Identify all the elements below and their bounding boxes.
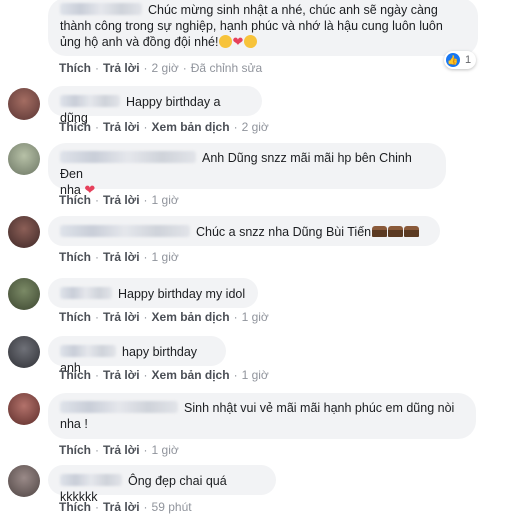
timestamp[interactable]: 2 giờ (242, 120, 269, 134)
like-link[interactable]: Thích (59, 443, 91, 457)
heart-eyes-emoji-icon (219, 35, 233, 48)
commenter-name[interactable] (60, 287, 112, 299)
separator: · (233, 120, 238, 134)
like-link[interactable]: Thích (59, 368, 91, 382)
comment-bubble: Sinh nhật vui vẻ mãi mãi hạnh phúc em dũ… (48, 393, 476, 439)
commenter-name[interactable] (60, 95, 120, 107)
separator: · (143, 61, 148, 75)
avatar[interactable] (8, 336, 40, 368)
like-link[interactable]: Thích (59, 61, 91, 75)
like-reaction-icon: 👍 (446, 53, 460, 67)
reply-link[interactable]: Trả lời (103, 368, 140, 382)
comment-text: Chúc a snzz nha Dũng Bùi Tiến (196, 225, 372, 239)
comment-bubble: Anh Dũng snzz mãi mãi hp bên Chinh Đen n… (48, 143, 446, 197)
reaction-count-badge[interactable]: 👍 1 (444, 51, 477, 69)
commenter-name[interactable] (60, 3, 142, 15)
translate-link[interactable]: Xem bản dịch (152, 310, 230, 324)
cake-emoji-icon (388, 226, 404, 237)
reply-link[interactable]: Trả lời (103, 250, 140, 264)
like-link[interactable]: Thích (59, 120, 91, 134)
reply-link[interactable]: Trả lời (103, 61, 140, 75)
separator: · (143, 368, 148, 382)
avatar[interactable] (8, 393, 40, 425)
commenter-name[interactable] (60, 345, 116, 357)
separator: · (95, 500, 99, 514)
avatar[interactable] (8, 216, 40, 248)
comment-bubble: Ông đẹp chai quá kkkkkk (48, 465, 276, 504)
comment-actions: Thích · Trả lời · 1 giờ (59, 193, 179, 207)
comment-actions: Thích · Trả lời · 2 giờ · Đã chỉnh sửa (59, 61, 262, 75)
avatar[interactable] (8, 465, 40, 497)
separator: · (143, 250, 148, 264)
avatar[interactable] (8, 143, 40, 175)
separator: · (143, 310, 148, 324)
avatar[interactable] (8, 88, 40, 120)
separator: · (233, 310, 238, 324)
separator: · (233, 368, 238, 382)
reply-link[interactable]: Trả lời (103, 310, 140, 324)
commenter-name[interactable] (60, 225, 190, 237)
separator: · (95, 120, 99, 134)
timestamp[interactable]: 1 giờ (152, 193, 179, 207)
like-link[interactable]: Thích (59, 193, 91, 207)
comment-actions: Thích · Trả lời · 59 phút (59, 500, 192, 514)
timestamp[interactable]: 1 giờ (242, 310, 269, 324)
separator: · (95, 310, 99, 324)
edited-label[interactable]: Đã chỉnh sửa (191, 61, 262, 75)
commenter-name[interactable] (60, 401, 178, 413)
translate-link[interactable]: Xem bản dịch (152, 368, 230, 382)
separator: · (95, 193, 99, 207)
reply-link[interactable]: Trả lời (103, 193, 140, 207)
comment-bubble: Chúc mừng sinh nhật a nhé, chúc anh sẽ n… (48, 0, 478, 56)
comment-text: Happy birthday my idol (118, 287, 246, 301)
separator: · (143, 443, 148, 457)
separator: · (182, 61, 187, 75)
reply-link[interactable]: Trả lời (103, 443, 140, 457)
commenter-name[interactable] (60, 474, 122, 486)
comment-bubble: Happy birthday a dũng (48, 86, 262, 125)
reaction-count: 1 (465, 54, 472, 66)
comment-text: nha ! (60, 417, 88, 431)
comment-actions: Thích · Trả lời · 1 giờ (59, 443, 179, 457)
timestamp[interactable]: 1 giờ (152, 250, 179, 264)
timestamp[interactable]: 1 giờ (242, 368, 269, 382)
comment-bubble: Happy birthday my idol (48, 278, 258, 308)
comment-text: Sinh nhật vui vẻ mãi mãi hạnh phúc em dũ… (184, 401, 455, 415)
separator: · (95, 443, 99, 457)
comment-actions: Thích · Trả lời · Xem bản dịch · 1 giờ (59, 368, 269, 382)
comment-actions: Thích · Trả lời · Xem bản dịch · 1 giờ (59, 310, 269, 324)
separator: · (95, 250, 99, 264)
comment-text: thành công trong sự nghiệp, hạnh phúc và… (60, 19, 443, 33)
reply-link[interactable]: Trả lời (103, 500, 140, 514)
separator: · (95, 368, 99, 382)
translate-link[interactable]: Xem bản dịch (152, 120, 230, 134)
comment-text: ủng hộ anh và đồng đội nhé! (60, 35, 219, 49)
like-link[interactable]: Thích (59, 500, 91, 514)
like-link[interactable]: Thích (59, 310, 91, 324)
comment-actions: Thích · Trả lời · 1 giờ (59, 250, 179, 264)
separator: · (143, 120, 148, 134)
timestamp[interactable]: 59 phút (152, 500, 192, 514)
avatar[interactable] (8, 278, 40, 310)
timestamp[interactable]: 2 giờ (152, 61, 179, 75)
reply-link[interactable]: Trả lời (103, 120, 140, 134)
cake-emoji-icon (372, 226, 388, 237)
heart-emoji-icon: ❤ (232, 34, 244, 49)
separator: · (95, 61, 99, 75)
comment-actions: Thích · Trả lời · Xem bản dịch · 2 giờ (59, 120, 269, 134)
tongue-emoji-icon (244, 35, 258, 48)
cake-emoji-icon (404, 226, 420, 237)
like-link[interactable]: Thích (59, 250, 91, 264)
commenter-name[interactable] (60, 151, 196, 163)
comment-bubble: hapy birthday anh (48, 336, 226, 375)
separator: · (143, 500, 148, 514)
comment-text: Chúc mừng sinh nhật a nhé, chúc anh sẽ n… (148, 3, 438, 17)
comment-bubble: Chúc a snzz nha Dũng Bùi Tiến (48, 216, 440, 246)
separator: · (143, 193, 148, 207)
timestamp[interactable]: 1 giờ (152, 443, 179, 457)
